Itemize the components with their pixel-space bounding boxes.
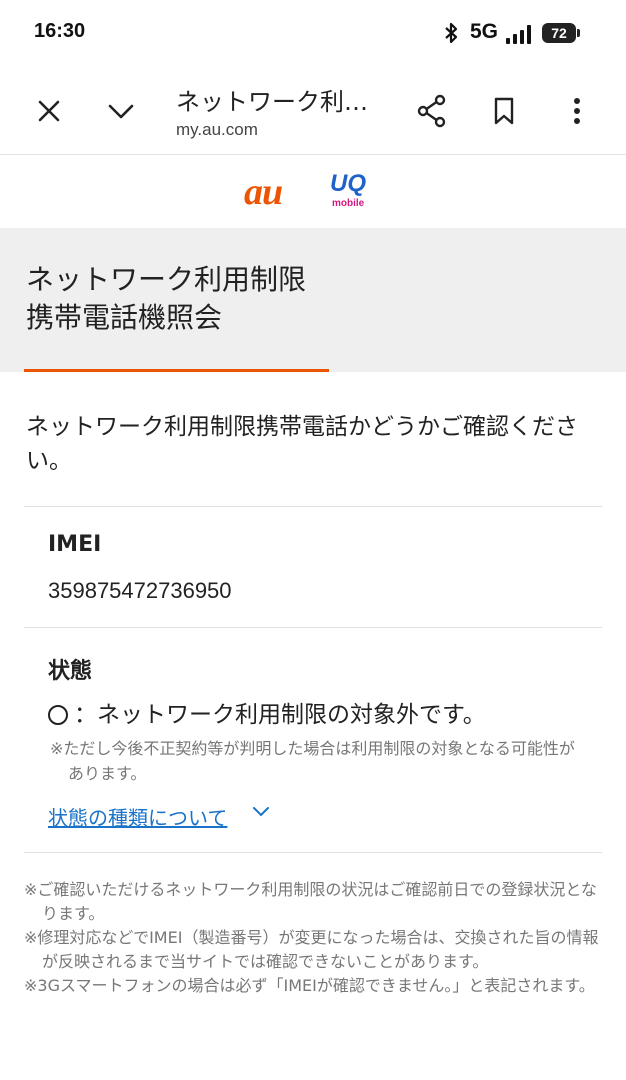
chevron-down-icon[interactable] [106,100,136,122]
divider [24,852,602,853]
status-circle-symbol [48,705,68,725]
battery-level: 72 [551,25,567,41]
imei-label: IMEI [48,532,102,557]
intro-text: ネットワーク利用制限携帯電話かどうかご確認ください。 [26,414,578,474]
status-result: ：ネットワーク利用制限の対象外です。 [48,695,486,729]
heading-text: ネットワーク利用制限 携帯電話機照会 [26,261,306,337]
browser-toolbar: ネットワーク利… my.au.com [0,70,626,155]
status-bar: 16:30 5G 72 [0,0,626,70]
au-logo[interactable]: au [244,170,283,214]
heading-line-2: 携帯電話機照会 [26,301,223,334]
status-result-text: ：ネットワーク利用制限の対象外です。 [74,702,486,728]
page-heading: ネットワーク利用制限 携帯電話機照会 [0,228,626,372]
more-vert-icon[interactable] [570,96,584,126]
divider [24,506,602,507]
share-icon[interactable] [416,94,448,128]
uq-logo[interactable]: UQ [330,170,366,198]
brand-logos: au UQ mobile [0,155,626,227]
status-time: 16:30 [34,20,86,42]
status-types-link[interactable]: 状態の種類について [48,802,227,831]
bookmark-icon[interactable] [492,96,516,126]
divider [24,627,602,628]
page-title-tab[interactable]: ネットワーク利… [176,82,386,117]
status-label: 状態 [48,659,93,684]
network-type: 5G [470,20,499,43]
footnote: ※ご確認いただけるネットワーク利用制限の状況はご確認前日での登録状況となります。 [24,880,597,923]
uq-mobile-label: mobile [332,198,365,209]
battery-icon: 72 [542,23,580,43]
url-text[interactable]: my.au.com [176,120,258,140]
heading-accent-bar [24,369,329,372]
chevron-down-icon[interactable] [250,804,272,820]
footnote: ※修理対応などでIMEI（製造番号）が変更になった場合は、交換された旨の情報が反… [24,928,599,971]
footnotes: ※ご確認いただけるネットワーク利用制限の状況はご確認前日での登録状況となります。… [24,878,604,998]
status-note: ※ただし今後不正契約等が判明した場合は利用制限の対象となる可能性があります。 [50,739,575,783]
footnote: ※3Gスマートフォンの場合は必ず「IMEIが確認できません。」と表記されます。 [24,976,595,995]
heading-line-1: ネットワーク利用制限 [26,263,307,296]
bluetooth-icon [445,22,458,44]
signal-icon [506,24,536,44]
imei-value: 359875472736950 [48,578,232,603]
close-icon[interactable] [36,98,62,124]
